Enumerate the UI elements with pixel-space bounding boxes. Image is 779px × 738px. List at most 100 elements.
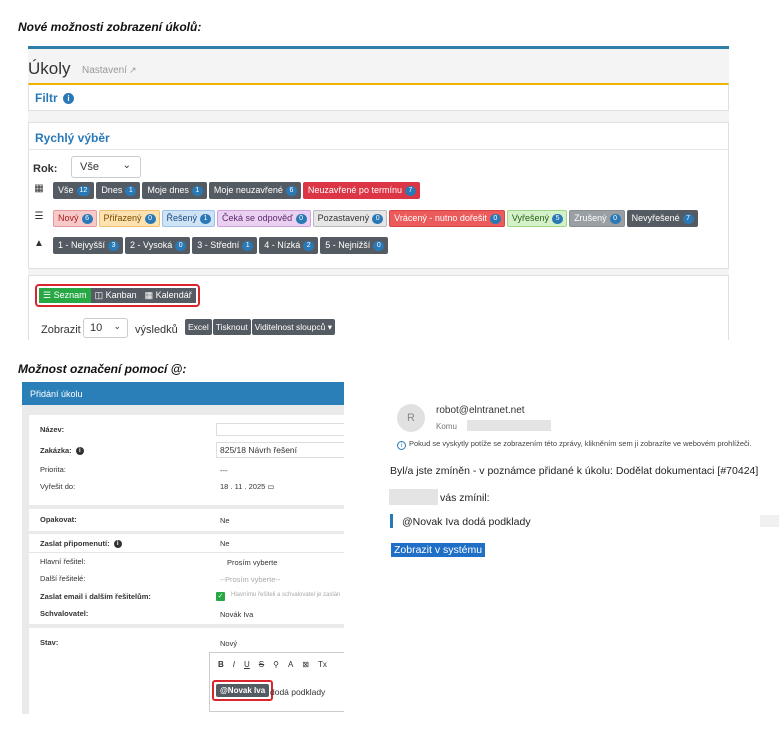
- quick-status-label: Vyřešený: [511, 213, 550, 223]
- remind-select[interactable]: Ne: [216, 536, 344, 549]
- quick-status-button[interactable]: Zrušený 0: [569, 210, 625, 227]
- view-seznam-button[interactable]: ☰ Seznam: [39, 288, 91, 303]
- order-select[interactable]: 825/18 Návrh řešení: [216, 442, 344, 458]
- field-label-main-solver: Hlavní řešitel:: [40, 557, 86, 566]
- quick-priority-button[interactable]: 1 - Nejvyšší 3: [53, 237, 124, 254]
- email-checkbox[interactable]: ✓: [216, 592, 225, 601]
- count-badge: 0: [295, 213, 307, 224]
- quick-priority-label: 1 - Nejvyšší: [58, 240, 106, 250]
- quick-date-button[interactable]: Moje dnes 1: [142, 182, 207, 199]
- form-section-repeat: Opakovat: Ne: [29, 509, 344, 531]
- view-kalendář-button[interactable]: ▦ Kalendář: [140, 288, 196, 303]
- view-kanban-button[interactable]: ◫ Kanban: [90, 288, 141, 303]
- quick-select-title: Rychlý výběr: [35, 131, 110, 145]
- editor-format-button[interactable]: B: [218, 660, 224, 669]
- count-badge: 3: [108, 240, 120, 251]
- quick-status-button[interactable]: Čeká se odpověď 0: [217, 210, 311, 227]
- warning-icon: ▲: [34, 238, 44, 249]
- filter-header[interactable]: Filtr i: [35, 91, 75, 105]
- editor-format-button[interactable]: ⚲: [273, 660, 279, 669]
- chevron-down-icon: ⌄: [113, 321, 121, 331]
- editor-format-button[interactable]: U: [244, 660, 250, 669]
- priority-select[interactable]: ---: [216, 463, 344, 476]
- field-label-other-solvers: Další řešitelé:: [40, 574, 86, 583]
- editor-toolbar: B I U S ⚲ A ⊠ Tx: [218, 660, 327, 669]
- quote-background: [760, 515, 779, 527]
- quick-priority-button[interactable]: 5 - Nejnižší 0: [320, 237, 389, 254]
- status-list-icon: ☰: [34, 211, 44, 222]
- view-switcher: ☰ Seznam ◫ Kanban ▦ Kalendář: [35, 284, 200, 307]
- editor-format-button[interactable]: A: [288, 660, 293, 669]
- quick-status-button[interactable]: Vyřešený 5: [506, 210, 568, 227]
- tasks-panel: Úkoly Nastavení ↗ Filtr i Rychlý výběr Ro…: [28, 46, 729, 340]
- quick-status-button[interactable]: Vrácený - nutno dořešit 0: [389, 210, 505, 227]
- open-in-system-link[interactable]: Zobrazit v systému: [391, 543, 486, 557]
- name-input[interactable]: [216, 423, 344, 436]
- quick-status-button[interactable]: Nevyřešené 7: [626, 210, 698, 227]
- table-tool-button[interactable]: Viditelnost sloupců ▾: [251, 319, 335, 335]
- other-solvers-select[interactable]: --Prosím vyberte--: [216, 572, 344, 585]
- display-note[interactable]: i Pokud se vyskytly potíže se zobrazením …: [397, 439, 752, 450]
- quick-date-button[interactable]: Vše 12: [53, 182, 95, 199]
- quick-priority-button[interactable]: 3 - Střední 1: [192, 237, 258, 254]
- settings-link[interactable]: Nastavení ↗: [82, 65, 137, 76]
- quick-date-button[interactable]: Moje neuzavřené 6: [208, 182, 301, 199]
- quick-status-label: Vrácený - nutno dořešit: [394, 213, 487, 223]
- date-filter-row: Vše 12 Dnes 1 Moje dnes 1 Moje neuzavřené 6 Neuz…: [53, 182, 420, 199]
- count-badge: 0: [372, 213, 384, 224]
- year-label: Rok:: [33, 163, 58, 175]
- quick-date-button[interactable]: Dnes 1: [96, 182, 141, 199]
- page-title: Úkoly: [28, 59, 71, 78]
- note-text: dodá podklady: [270, 687, 326, 697]
- quick-status-label: Řešený: [166, 213, 198, 223]
- mention-tag[interactable]: @Novak Iva: [216, 684, 270, 697]
- quote-text: @Novak Iva dodá podklady: [402, 516, 531, 528]
- views-box: ☰ Seznam ◫ Kanban ▦ Kalendář Zobrazit 10 ⌄…: [28, 275, 729, 340]
- field-label-remind: Zaslat připomenutí: i: [40, 539, 122, 548]
- page-size-select[interactable]: 10 ⌄: [83, 318, 128, 338]
- chevron-down-icon: ⌄: [122, 160, 131, 171]
- view-label: Kalendář: [155, 290, 192, 300]
- field-label-repeat: Opakovat:: [40, 515, 77, 524]
- info-icon: i: [113, 540, 122, 548]
- year-value: Vše: [80, 161, 99, 173]
- caption-mention: Možnost označení pomocí @:: [18, 362, 187, 376]
- year-select[interactable]: Vše ⌄: [71, 156, 141, 178]
- quick-date-button[interactable]: Neuzavřené po termínu 7: [302, 182, 420, 199]
- note-editor[interactable]: B I U S ⚲ A ⊠ Tx @Novak Iva dodá podklady: [209, 652, 344, 712]
- quick-date-label: Vše: [58, 185, 74, 195]
- editor-format-button[interactable]: Tx: [318, 660, 327, 669]
- count-badge: 0: [175, 240, 187, 251]
- external-link-icon: ↗: [129, 65, 137, 75]
- field-label-email: Zaslat email i dalším řešitelům:: [40, 592, 151, 601]
- main-solver-select[interactable]: Prosím vyberte: [216, 555, 344, 568]
- priority-filter-row: 1 - Nejvyšší 3 2 - Vysoká 0 3 - Střední 1 4 - …: [53, 237, 389, 254]
- quick-status-label: Nevyřešené: [631, 213, 680, 223]
- quick-status-button[interactable]: Pozastavený 0: [312, 210, 388, 227]
- repeat-select[interactable]: Ne: [216, 513, 344, 526]
- editor-format-button[interactable]: ⊠: [302, 660, 309, 669]
- editor-format-button[interactable]: S: [259, 660, 264, 669]
- filter-box[interactable]: Filtr i: [28, 83, 729, 111]
- to-label-text: Komu: [436, 422, 457, 431]
- quick-status-button[interactable]: Přiřazený 0: [98, 210, 160, 227]
- avatar: R: [397, 404, 425, 432]
- editor-format-button[interactable]: I: [233, 660, 235, 669]
- table-tool-button[interactable]: Tisknout: [212, 319, 251, 335]
- mentioned-text: vás zmínil:: [440, 492, 490, 504]
- to-label: Komu: [436, 420, 552, 431]
- quick-status-button[interactable]: Řešený 1: [161, 210, 216, 227]
- quick-priority-button[interactable]: 2 - Vysoká 0: [125, 237, 191, 254]
- table-tool-button[interactable]: Excel: [185, 319, 212, 335]
- view-label: Seznam: [53, 290, 87, 300]
- state-select[interactable]: Nový: [216, 636, 344, 649]
- table-tools: Excel Tisknout Viditelnost sloupců ▾: [185, 319, 335, 335]
- page-size-value: 10: [90, 322, 103, 334]
- quick-priority-label: 5 - Nejnižší: [325, 240, 371, 250]
- quick-status-button[interactable]: Nový 6: [53, 210, 97, 227]
- due-date-input[interactable]: 18 . 11 . 2025 ▭: [216, 479, 296, 492]
- approver-select[interactable]: Novák Iva: [216, 607, 344, 620]
- remind-label-text: Zaslat připomenutí:: [40, 539, 110, 548]
- field-label-due: Vyřešit do:: [40, 482, 76, 491]
- quick-priority-button[interactable]: 4 - Nízká 2: [259, 237, 319, 254]
